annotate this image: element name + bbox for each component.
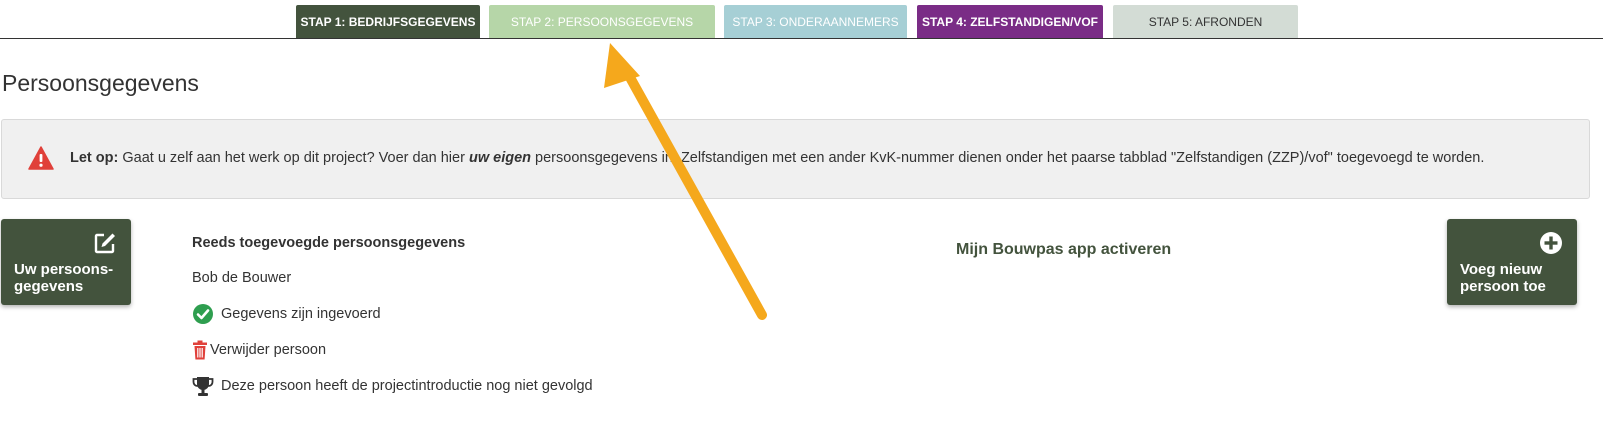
tile-right-line-2: persoon toe [1460, 278, 1546, 295]
warning-alert: Let op: Gaat u zelf aan het werk op dit … [1, 119, 1590, 199]
introduction-text: Deze persoon heeft de projectintroductie… [221, 378, 593, 394]
page-title: Persoonsgegevens [2, 70, 199, 96]
delete-person-text: Verwijder persoon [210, 342, 327, 358]
person-name-text: Bob de Bouwer [192, 270, 292, 286]
tab-step-2-persoonsgegevens[interactable]: STAP 2: PERSOONSGEGEVENS [489, 5, 715, 38]
check-circle-icon [193, 304, 213, 324]
alert-message: Let op: Gaat u zelf aan het werk op dit … [70, 150, 1484, 166]
alert-text-before: Gaat u zelf aan het werk op dit project?… [118, 150, 469, 166]
added-persons-heading: Reeds toegevoegde persoonsgegevens [192, 235, 466, 251]
status-data-entered: Gegevens zijn ingevoerd [192, 303, 381, 325]
add-new-person-label: Voeg nieuw persoon toe [1460, 261, 1546, 295]
tile-left-line-2: gegevens [14, 278, 84, 295]
alert-emphasis: uw eigen [468, 150, 532, 166]
tab-step-3-onderaannemers[interactable]: STAP 3: ONDERAANNEMERS [724, 5, 907, 38]
tab-step-5-afronden[interactable]: STAP 5: AFRONDEN [1113, 5, 1298, 38]
activate-app-link[interactable]: Mijn Bouwpas app activeren [956, 241, 1171, 259]
status-text: Gegevens zijn ingevoerd [221, 306, 381, 322]
annotation-arrow [604, 43, 767, 320]
tile-right-line-1: Voeg nieuw [1460, 261, 1543, 278]
person-name: Bob de Bouwer [192, 270, 291, 286]
trophy-icon [192, 377, 214, 396]
warning-triangle-icon [28, 146, 54, 170]
add-new-person-button[interactable]: Voeg nieuw persoon toe [1447, 219, 1577, 305]
trash-icon [193, 340, 207, 360]
step-tabs: STAP 1: BEDRIJFSGEGEVENS STAP 2: PERSOON… [0, 0, 1603, 39]
delete-person-link[interactable]: Verwijder persoon [192, 339, 326, 361]
alert-text-after: persoonsgegevens in. Zelfstandigen met e… [531, 150, 1485, 166]
edit-icon [94, 233, 115, 254]
plus-circle-icon [1540, 232, 1562, 254]
alert-label: Let op: [70, 150, 119, 166]
tile-left-line-1: Uw persoons- [14, 261, 114, 278]
introduction-status: Deze persoon heeft de projectintroductie… [192, 375, 593, 397]
tab-step-1-bedrijfsgegevens[interactable]: STAP 1: BEDRIJFSGEGEVENS [296, 5, 480, 38]
tab-divider-line [0, 38, 1603, 39]
my-personal-data-label: Uw persoons- gegevens [14, 261, 113, 295]
my-personal-data-button[interactable]: Uw persoons- gegevens [1, 219, 131, 305]
tab-step-4-zelfstandigen-vof[interactable]: STAP 4: ZELFSTANDIGEN/VOF [917, 5, 1103, 38]
